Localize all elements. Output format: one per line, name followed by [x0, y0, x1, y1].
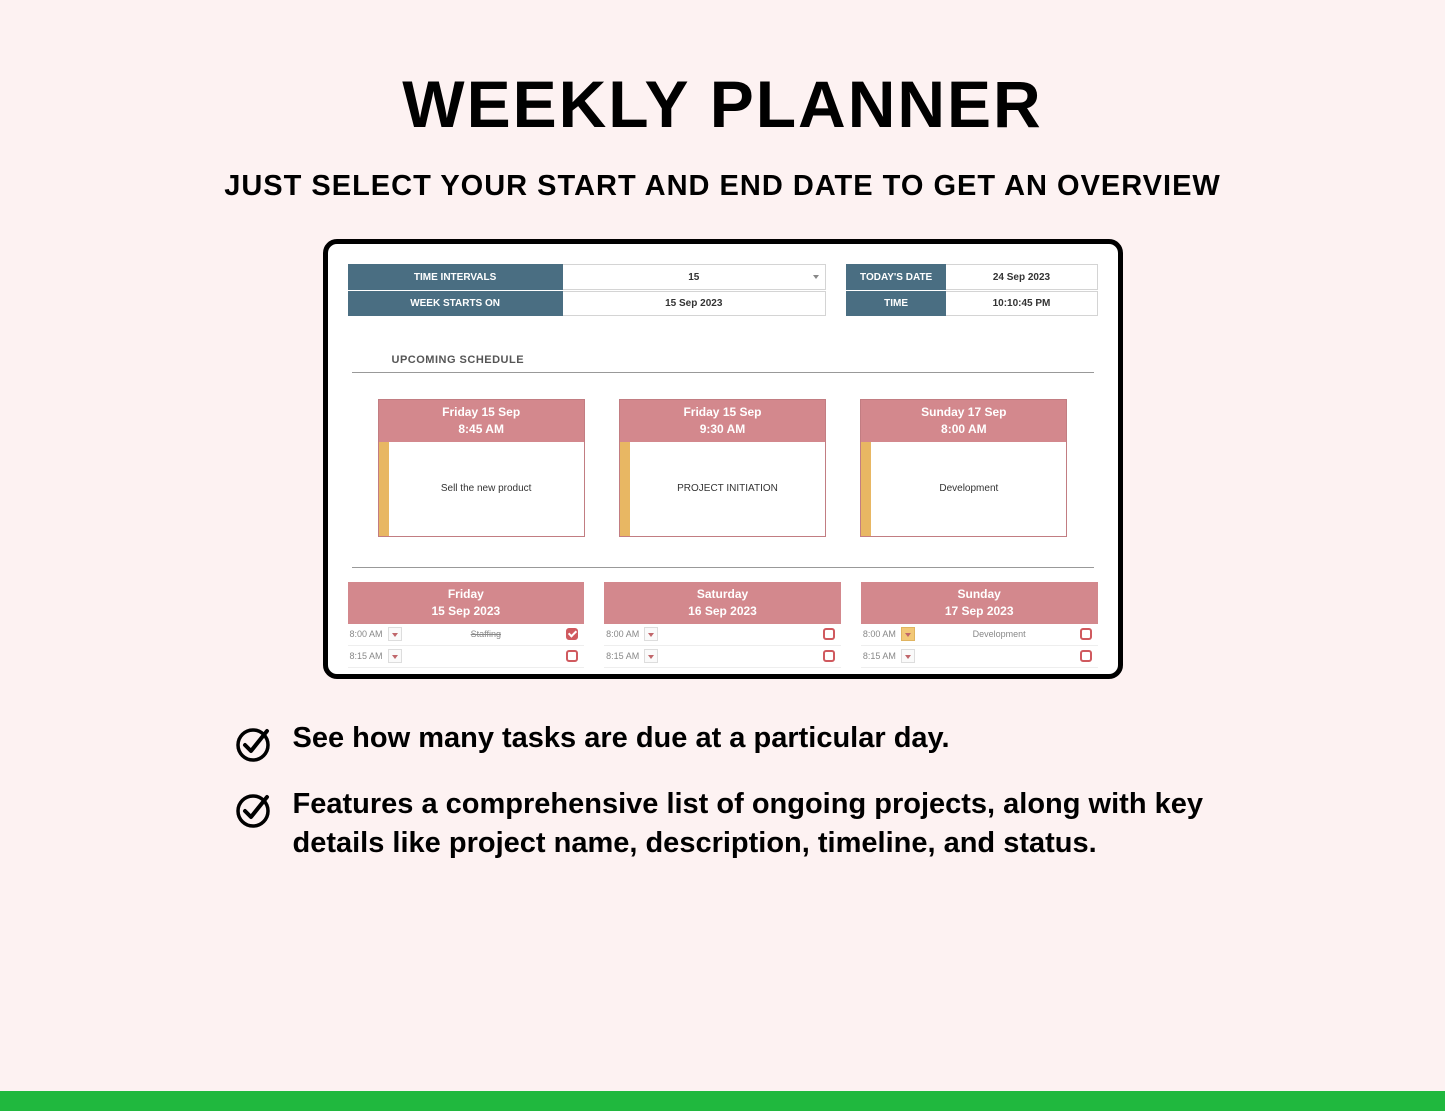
- card-accent: [379, 442, 389, 536]
- kv-todays-date: TODAY'S DATE 24 Sep 2023: [846, 264, 1098, 290]
- week-starts-label: WEEK STARTS ON: [348, 291, 563, 316]
- slot-time: 8:00 AM: [348, 629, 388, 639]
- card-task: Development: [871, 442, 1066, 536]
- card-day: Sunday 17 Sep: [861, 404, 1066, 421]
- time-slot: 8:15 AM: [348, 646, 585, 668]
- card-time: 8:45 AM: [379, 421, 584, 438]
- settings-bar: TIME INTERVALS 15 WEEK STARTS ON 15 Sep …: [348, 264, 1098, 316]
- chevron-down-icon: [813, 275, 819, 279]
- slot-dropdown[interactable]: [901, 649, 915, 663]
- slot-checkbox[interactable]: [566, 650, 578, 662]
- upcoming-cards: Friday 15 Sep 8:45 AM Sell the new produ…: [378, 399, 1068, 537]
- todays-date-value: 24 Sep 2023: [946, 264, 1097, 290]
- time-slot: 8:00 AM: [604, 624, 841, 646]
- slot-dropdown[interactable]: [901, 627, 915, 641]
- upcoming-card: Sunday 17 Sep 8:00 AM Development: [860, 399, 1067, 537]
- bullet-text: Features a comprehensive list of ongoing…: [293, 785, 1213, 863]
- slot-time: 8:00 AM: [861, 629, 901, 639]
- bullet-text: See how many tasks are due at a particul…: [293, 719, 950, 758]
- time-intervals-value: 15: [688, 272, 699, 283]
- week-starts-input[interactable]: 15 Sep 2023: [563, 291, 826, 316]
- slot-time: 8:00 AM: [604, 629, 644, 639]
- day-columns: Friday15 Sep 20238:00 AMStaffing8:15 AMS…: [348, 582, 1098, 668]
- slot-checkbox[interactable]: [566, 628, 578, 640]
- check-circle-icon: [233, 723, 273, 763]
- time-slot: 8:00 AM Development: [861, 624, 1098, 646]
- slot-dropdown[interactable]: [388, 649, 402, 663]
- feature-bullet: Features a comprehensive list of ongoing…: [233, 785, 1213, 863]
- time-slot: 8:15 AM: [861, 646, 1098, 668]
- kv-time-intervals: TIME INTERVALS 15: [348, 264, 826, 290]
- time-slot: 8:15 AM: [604, 646, 841, 668]
- upcoming-card: Friday 15 Sep 9:30 AM PROJECT INITIATION: [619, 399, 826, 537]
- planner-screenshot: TIME INTERVALS 15 WEEK STARTS ON 15 Sep …: [323, 239, 1123, 679]
- todays-date-label: TODAY'S DATE: [846, 264, 947, 290]
- slot-task[interactable]: Staffing: [406, 629, 567, 639]
- slot-checkbox[interactable]: [1080, 628, 1092, 640]
- time-value: 10:10:45 PM: [946, 291, 1097, 316]
- upcoming-schedule-label: UPCOMING SCHEDULE: [392, 354, 1098, 372]
- slot-checkbox[interactable]: [823, 650, 835, 662]
- footer-bar: [0, 1091, 1445, 1111]
- day-column: Saturday16 Sep 2023 8:00 AM 8:15 AM: [604, 582, 841, 668]
- slot-time: 8:15 AM: [348, 651, 388, 661]
- time-label: TIME: [846, 291, 947, 316]
- day-name: Sunday: [861, 586, 1098, 603]
- feature-bullets: See how many tasks are due at a particul…: [233, 719, 1213, 863]
- day-name: Friday: [348, 586, 585, 603]
- kv-time: TIME 10:10:45 PM: [846, 290, 1098, 316]
- card-day: Friday 15 Sep: [620, 404, 825, 421]
- day-date: 17 Sep 2023: [861, 603, 1098, 620]
- slot-dropdown[interactable]: [644, 627, 658, 641]
- slot-time: 8:15 AM: [604, 651, 644, 661]
- page-title: WEEKLY PLANNER: [0, 0, 1445, 142]
- day-header: Saturday16 Sep 2023: [604, 582, 841, 624]
- slot-dropdown[interactable]: [388, 627, 402, 641]
- feature-bullet: See how many tasks are due at a particul…: [233, 719, 1213, 763]
- card-time: 9:30 AM: [620, 421, 825, 438]
- divider: [352, 567, 1094, 568]
- card-header: Friday 15 Sep 9:30 AM: [620, 400, 825, 442]
- slot-checkbox[interactable]: [1080, 650, 1092, 662]
- divider: [352, 372, 1094, 373]
- card-accent: [861, 442, 871, 536]
- slot-checkbox[interactable]: [823, 628, 835, 640]
- day-column: Friday15 Sep 2023 8:00 AM Staffing 8:15 AM: [348, 582, 585, 668]
- card-task: Sell the new product: [389, 442, 584, 536]
- card-header: Friday 15 Sep 8:45 AM: [379, 400, 584, 442]
- card-time: 8:00 AM: [861, 421, 1066, 438]
- slot-dropdown[interactable]: [644, 649, 658, 663]
- day-date: 16 Sep 2023: [604, 603, 841, 620]
- day-date: 15 Sep 2023: [348, 603, 585, 620]
- card-accent: [620, 442, 630, 536]
- time-slot: 8:00 AM Staffing: [348, 624, 585, 646]
- time-intervals-label: TIME INTERVALS: [348, 264, 563, 290]
- page-subtitle: JUST SELECT YOUR START AND END DATE TO G…: [0, 170, 1445, 203]
- week-starts-value: 15 Sep 2023: [665, 298, 722, 309]
- kv-week-starts: WEEK STARTS ON 15 Sep 2023: [348, 290, 826, 316]
- card-day: Friday 15 Sep: [379, 404, 584, 421]
- card-task: PROJECT INITIATION: [630, 442, 825, 536]
- day-header: Friday15 Sep 2023: [348, 582, 585, 624]
- day-column: Sunday17 Sep 2023 8:00 AM Development 8:15 …: [861, 582, 1098, 668]
- time-intervals-dropdown[interactable]: 15: [563, 264, 826, 290]
- day-header: Sunday17 Sep 2023: [861, 582, 1098, 624]
- slot-task[interactable]: Development: [919, 629, 1080, 639]
- upcoming-card: Friday 15 Sep 8:45 AM Sell the new produ…: [378, 399, 585, 537]
- day-name: Saturday: [604, 586, 841, 603]
- card-header: Sunday 17 Sep 8:00 AM: [861, 400, 1066, 442]
- check-circle-icon: [233, 789, 273, 829]
- slot-time: 8:15 AM: [861, 651, 901, 661]
